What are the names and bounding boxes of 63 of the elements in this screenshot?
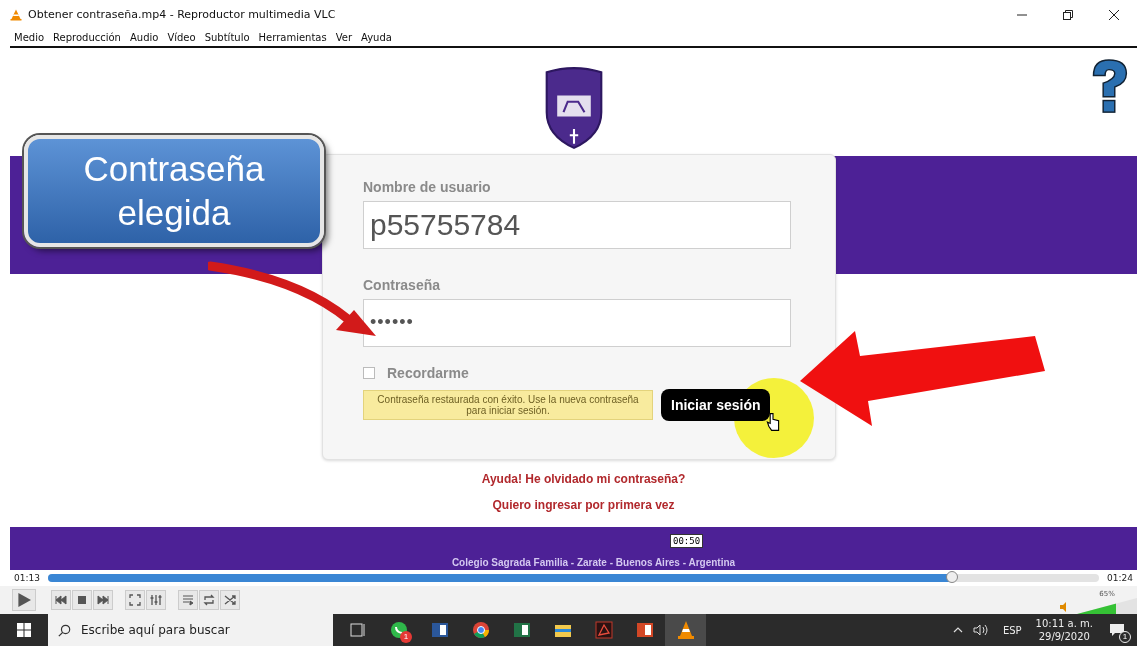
search-field[interactable]: Escribe aquí para buscar [48, 614, 333, 646]
task-view-icon [347, 620, 368, 640]
success-message: Contraseña restaurada con éxito. Use la nueva contraseña para iniciar sesión. [363, 389, 653, 420]
skip-forward-icon [97, 594, 109, 606]
shuffle-button[interactable] [220, 590, 240, 610]
notification-badge: 1 [400, 631, 412, 643]
checkbox[interactable] [363, 366, 375, 379]
clock-date[interactable]: 29/9/2020 [1038, 630, 1090, 644]
taskbar-app[interactable]: 1 [378, 614, 419, 646]
play-icon [17, 593, 31, 607]
menu-item[interactable]: Vídeo [167, 32, 196, 44]
window-title: Obtener contraseña.mp4 - Reproductor multimedia VLC [28, 8, 336, 22]
clock-time[interactable]: 10:11 a. m. [1035, 616, 1093, 630]
traffic-cone-icon [10, 8, 22, 21]
field-label: Contraseña [363, 276, 442, 293]
shuffle-icon [224, 594, 236, 606]
menu-item[interactable]: Ver [335, 32, 352, 44]
speaker-icon[interactable] [972, 624, 989, 636]
footer-text: Colegio Sagrada Familia - Zarate - Buenos Aires - Argentina [451, 557, 736, 569]
previous-button[interactable] [51, 590, 71, 610]
loop-icon [203, 594, 215, 606]
document-app-icon [429, 620, 450, 640]
elapsed-time: 01:13 [14, 573, 40, 584]
text-link[interactable]: Quiero ingresar por primera vez [492, 497, 675, 512]
notification-center-button[interactable]: 1 [1103, 615, 1131, 645]
spreadsheet-app-icon [511, 620, 532, 640]
slides-app-icon [634, 620, 655, 640]
equalizer-button[interactable] [146, 590, 166, 610]
menu-item[interactable]: Audio [129, 32, 159, 44]
menu-item[interactable]: Subtítulo [204, 32, 250, 44]
password-field[interactable]: •••••• [363, 298, 791, 347]
stop-icon [76, 594, 88, 606]
field-label: Nombre de usuario [363, 178, 492, 195]
search-icon [58, 623, 71, 637]
callout-box: Contraseña elegida [24, 134, 324, 247]
next-button[interactable] [93, 590, 113, 610]
close-icon [1109, 9, 1119, 20]
loop-button[interactable] [199, 590, 219, 610]
username-field[interactable]: p55755784 [363, 200, 791, 249]
text-link[interactable]: Ayuda! He olvidado mi contraseña? [481, 471, 686, 486]
sliders-icon [150, 594, 162, 606]
windows-logo-icon [17, 623, 31, 637]
menu-item[interactable]: Reproducción [53, 32, 121, 44]
menu-item[interactable]: Medio [14, 32, 45, 44]
login-button[interactable]: Iniciar sesión [661, 388, 771, 421]
chevron-up-icon[interactable] [952, 627, 963, 633]
language-indicator[interactable]: ESP [1002, 624, 1022, 636]
browser-icon [470, 620, 491, 640]
menu-item[interactable]: Ayuda [361, 32, 392, 44]
playlist-icon [182, 594, 194, 606]
skip-back-icon [55, 594, 67, 606]
total-time: 01:24 [1107, 573, 1133, 584]
menu-item[interactable]: Herramientas [258, 32, 327, 44]
restore-icon [1063, 9, 1073, 20]
fullscreen-icon [129, 594, 141, 606]
play-button[interactable] [12, 589, 36, 611]
message-icon [1109, 623, 1125, 637]
fullscreen-button[interactable] [125, 590, 145, 610]
traffic-cone-icon [675, 620, 696, 640]
hand-cursor-icon [766, 411, 780, 432]
stop-button[interactable] [72, 590, 92, 610]
checkbox-label: Recordarme [387, 364, 469, 381]
pdf-app-icon [593, 620, 614, 640]
